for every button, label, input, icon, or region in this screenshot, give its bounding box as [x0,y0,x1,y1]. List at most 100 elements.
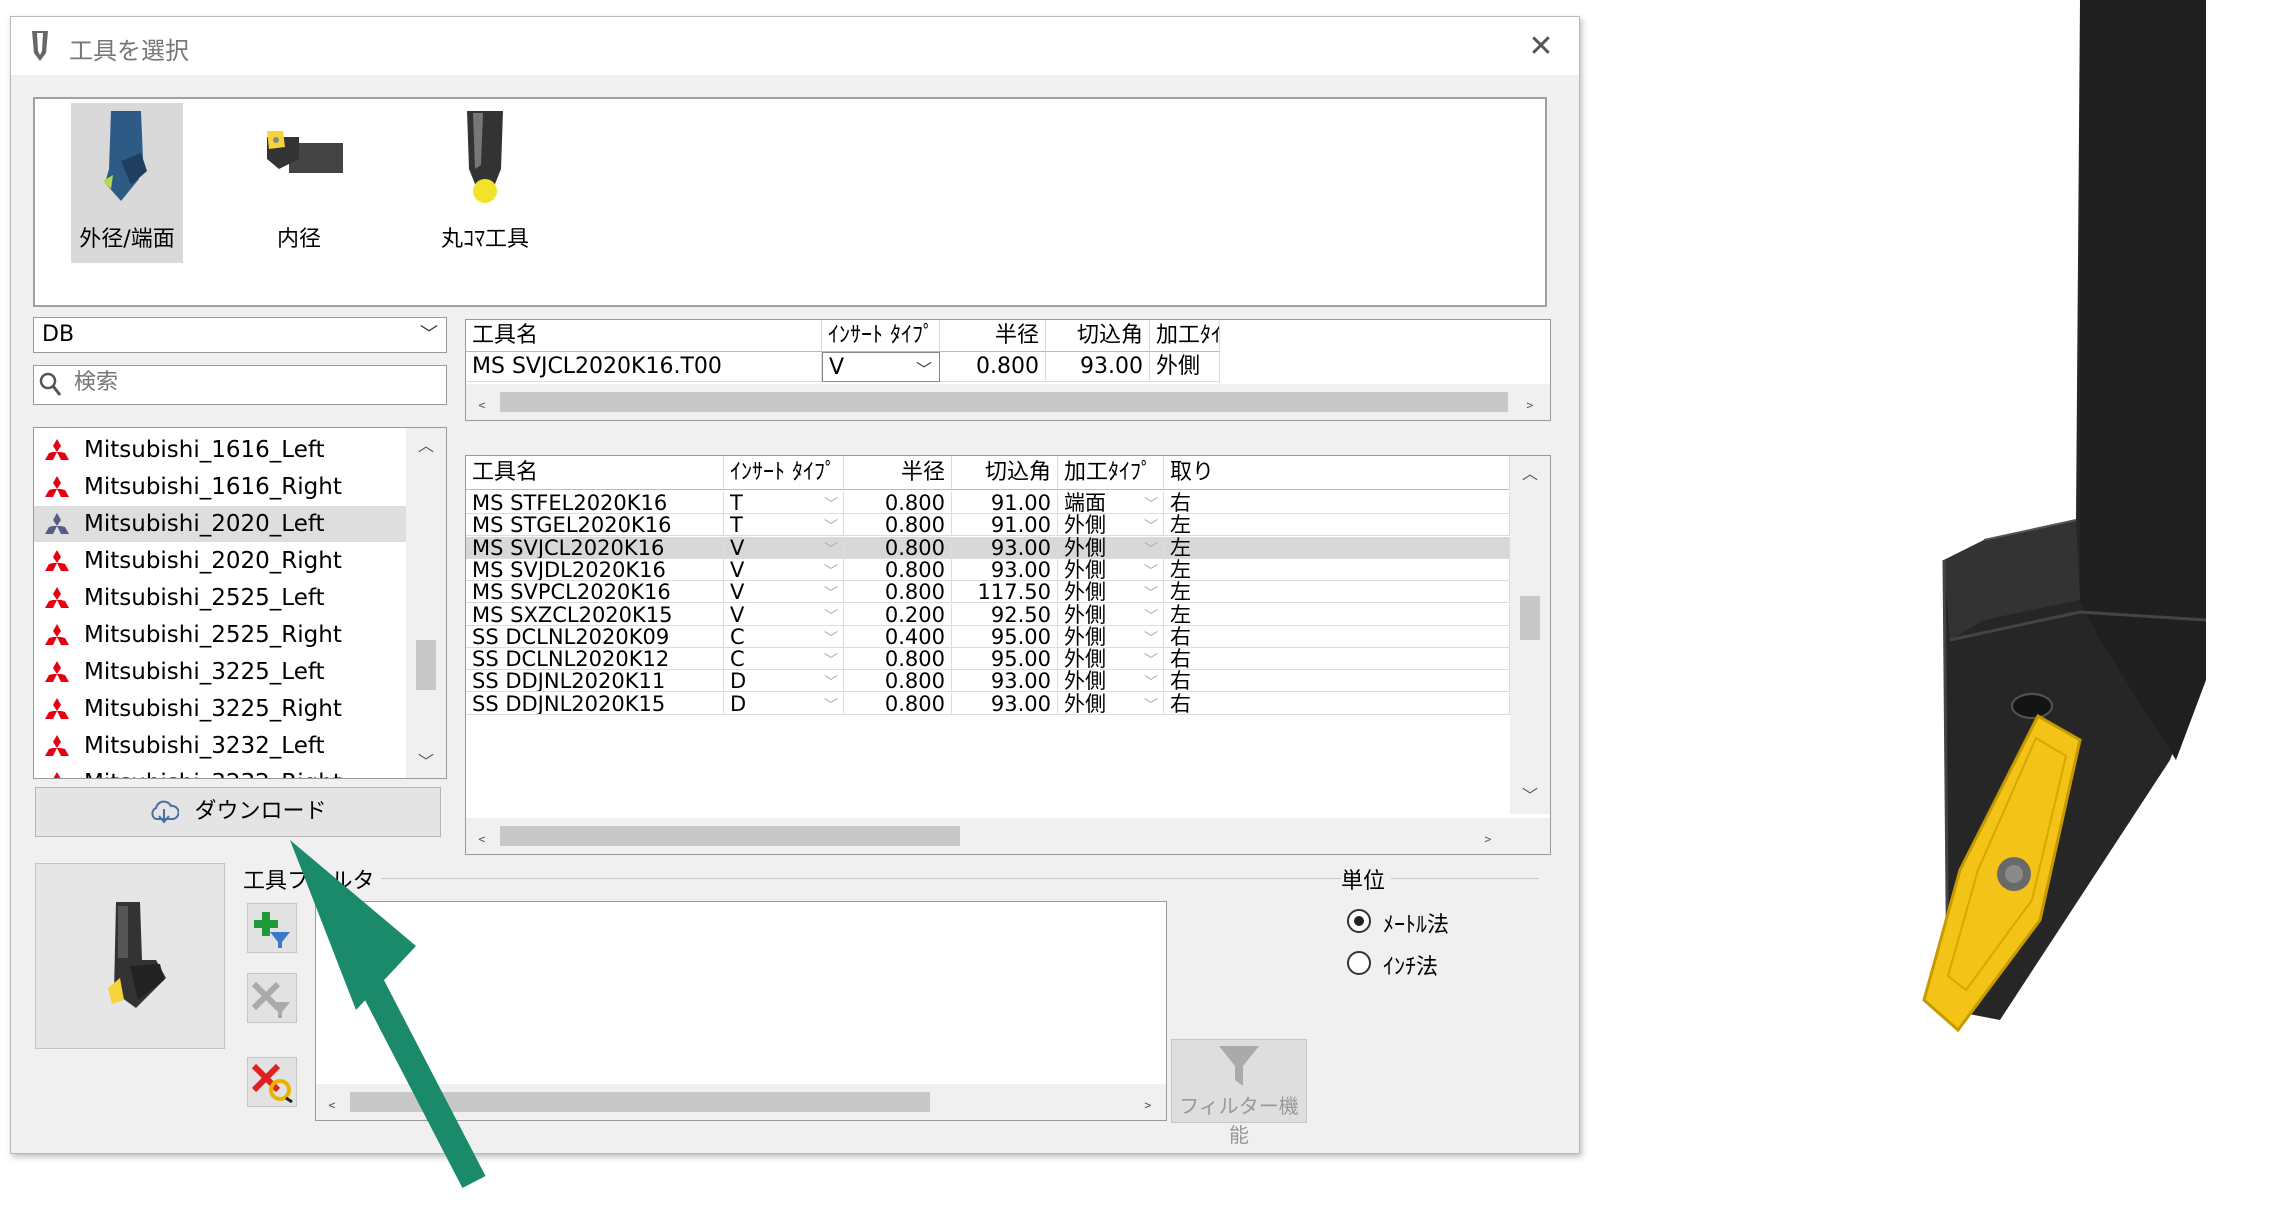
chevron-down-icon[interactable]: ﹀ [916,356,932,380]
grid-cell[interactable]: 左 [1164,581,1510,604]
scrollbar-thumb[interactable] [1520,596,1540,640]
grid-cell[interactable]: 左 [1164,603,1510,626]
grid-cell[interactable]: 0.800 [844,514,952,537]
grid-cell[interactable]: 左 [1164,514,1510,537]
list-item[interactable]: Mitsubishi_3232_Right [34,765,406,778]
grid-cell[interactable]: 0.800 [940,352,1046,382]
column-header[interactable]: 工具名 [466,456,724,490]
grid-cell[interactable]: 0.800 [844,692,952,715]
grid-cell[interactable]: 93.00 [952,558,1058,581]
grid-cell[interactable]: MS SVJCL2020K16 [466,536,724,559]
grid-cell[interactable]: 91.00 [952,514,1058,537]
grid-cell[interactable]: 0.800 [844,670,952,693]
column-header[interactable]: 加工ﾀｲﾌﾟ [1150,320,1220,352]
grid-cell[interactable]: MS SXZCL2020K15 [466,603,724,626]
list-item[interactable]: Mitsubishi_1616_Right [34,469,406,505]
column-header[interactable]: 取り [1164,456,1510,490]
chevron-down-icon[interactable]: ﹀ [1144,494,1158,514]
list-item[interactable]: Mitsubishi_2525_Right [34,617,406,653]
chevron-down-icon[interactable]: ﹀ [824,516,838,536]
grid-cell[interactable]: 0.200 [844,603,952,626]
list-item[interactable]: Mitsubishi_2525_Left [34,580,406,616]
chevron-down-icon[interactable]: ﹀ [1144,650,1158,670]
column-header[interactable]: ｲﾝｻｰﾄ ﾀｲﾌﾟ [724,456,844,490]
scroll-right-icon[interactable]: ﹥ [1476,824,1500,848]
chevron-down-icon[interactable]: ﹀ [824,539,838,559]
column-header[interactable]: 切込角 [952,456,1058,490]
grid-cell[interactable]: 117.50 [952,581,1058,604]
grid-cell[interactable]: SS DCLNL2020K12 [466,648,724,671]
column-header[interactable]: 半径 [940,320,1046,352]
list-item[interactable]: Mitsubishi_1616_Left [34,432,406,468]
grid-cell[interactable]: 0.800 [844,648,952,671]
grid-cell[interactable]: 左 [1164,536,1510,559]
chevron-down-icon[interactable]: ﹀ [1144,539,1158,559]
grid-cell[interactable]: 右 [1164,492,1510,514]
grid-cell[interactable]: 外側 [1150,352,1220,382]
column-header[interactable]: 切込角 [1046,320,1150,352]
grid-cell[interactable]: 左 [1164,558,1510,581]
download-button[interactable]: ダウンロード [35,787,441,837]
chevron-down-icon[interactable]: ﹀ [1144,695,1158,715]
grid-cell[interactable]: 93.00 [952,670,1058,693]
grid-cell[interactable]: 93.00 [1046,352,1150,382]
grid-cell[interactable]: 0.400 [844,625,952,648]
chevron-down-icon[interactable]: ﹀ [1144,516,1158,536]
grid-cell[interactable]: 0.800 [844,536,952,559]
grid-cell[interactable]: 91.00 [952,492,1058,514]
chevron-down-icon[interactable]: ﹀ [1144,561,1158,581]
tool-type-inner[interactable]: 内径 [243,103,355,263]
chevron-down-icon[interactable]: ﹀ [824,628,838,648]
grid-cell[interactable]: SS DDJNL2020K15 [466,692,724,715]
scroll-right-icon[interactable]: ﹥ [1136,1090,1160,1114]
scrollbar-thumb[interactable] [416,640,436,690]
grid-cell[interactable]: 右 [1164,625,1510,648]
column-header[interactable]: 加工ﾀｲﾌﾟ [1058,456,1164,490]
scrollbar-thumb[interactable] [500,826,960,846]
grid-cell[interactable]: MS SVJDL2020K16 [466,558,724,581]
grid-cell[interactable]: MS SVPCL2020K16 [466,581,724,604]
radio-button-metric[interactable] [1347,909,1371,933]
radio-button-inch[interactable] [1347,951,1371,975]
column-header[interactable]: ｲﾝｻｰﾄ ﾀｲﾌﾟ [822,320,940,352]
list-item[interactable]: Mitsubishi_3225_Left [34,654,406,690]
chevron-down-icon[interactable]: ﹀ [824,583,838,603]
grid-cell[interactable]: MS STGEL2020K16 [466,514,724,537]
grid-cell[interactable]: MS SVJCL2020K16.T00 [466,352,822,382]
chevron-down-icon[interactable]: ﹀ [824,695,838,715]
chevron-down-icon[interactable]: ﹀ [824,494,838,514]
grid-cell[interactable]: SS DDJNL2020K11 [466,670,724,693]
list-scrollbar[interactable]: ︿ ﹀ [406,428,446,778]
search-input[interactable]: 検索 [33,365,447,405]
list-item[interactable]: Mitsubishi_3225_Right [34,691,406,727]
selected-grid-hscrollbar[interactable]: ﹤ ﹥ [466,384,1550,420]
grid-cell[interactable]: 92.50 [952,603,1058,626]
column-header[interactable]: 工具名 [466,320,822,352]
grid-hscrollbar[interactable]: ﹤ ﹥ [466,818,1550,854]
grid-cell[interactable]: 0.800 [844,558,952,581]
chevron-down-icon[interactable]: ﹀ [1144,628,1158,648]
grid-cell[interactable]: 右 [1164,648,1510,671]
chevron-down-icon[interactable]: ﹀ [1144,606,1158,626]
list-item[interactable]: Mitsubishi_2020_Left [34,506,406,542]
grid-cell[interactable]: 右 [1164,670,1510,693]
scroll-right-icon[interactable]: ﹥ [1518,390,1542,414]
chevron-down-icon[interactable]: ﹀ [824,606,838,626]
scroll-up-icon[interactable]: ︿ [1510,460,1550,484]
list-item[interactable]: Mitsubishi_2020_Right [34,543,406,579]
grid-cell[interactable]: MS STFEL2020K16 [466,492,724,514]
chevron-down-icon[interactable]: ﹀ [1144,672,1158,692]
grid-cell[interactable]: 95.00 [952,648,1058,671]
chevron-down-icon[interactable]: ﹀ [824,561,838,581]
grid-cell[interactable]: 右 [1164,692,1510,715]
grid-cell[interactable]: SS DCLNL2020K09 [466,625,724,648]
scroll-down-icon[interactable]: ﹀ [406,748,446,772]
filter-function-button[interactable]: フィルター機能 [1171,1039,1307,1147]
scroll-left-icon[interactable]: ﹤ [470,390,494,414]
tool-type-outer-face[interactable]: 外径/端面 [71,103,183,263]
grid-cell[interactable]: 0.800 [844,492,952,514]
chevron-down-icon[interactable]: ﹀ [1144,583,1158,603]
grid-cell[interactable]: 95.00 [952,625,1058,648]
grid-cell[interactable]: 93.00 [952,692,1058,715]
db-select[interactable]: DB ﹀ [33,317,447,353]
